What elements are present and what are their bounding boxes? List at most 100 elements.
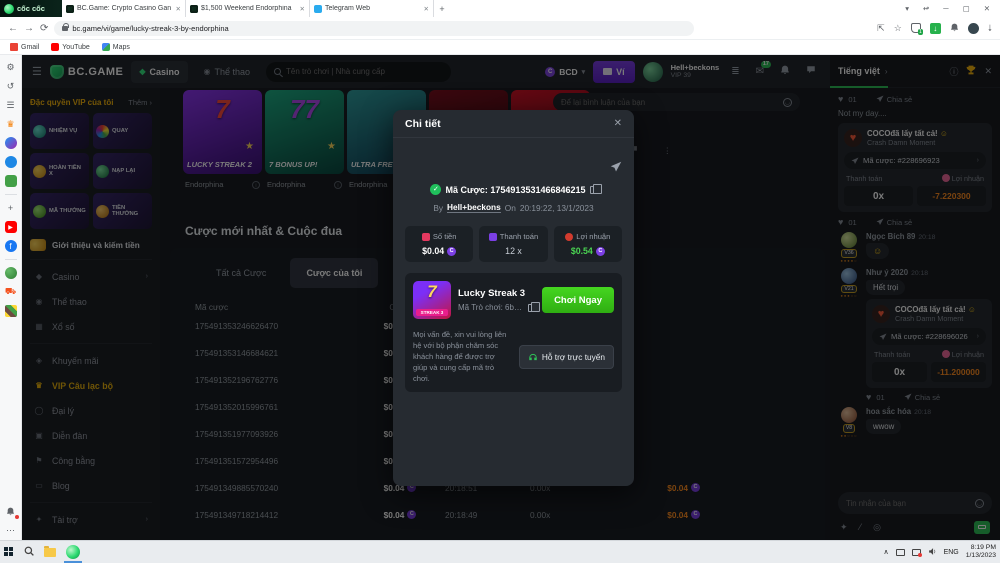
more-icon[interactable]: ⋯ [5,524,17,536]
tab-close-icon[interactable]: ✕ [300,5,305,13]
bet-row[interactable]: 175491349718214412 $0.04C 20:18:49 0.00x… [170,501,825,528]
user-avatar[interactable] [643,62,663,82]
security-alert-icon[interactable] [912,549,921,556]
comment-input[interactable] [561,98,778,107]
adblock-shield-icon[interactable]: 1 [911,23,921,33]
address-bar[interactable] [54,21,694,36]
bookmark-star-icon[interactable]: ☆ [894,23,902,34]
tab-all-bets[interactable]: Tất cả Cược [200,258,282,288]
downloads-tray-icon[interactable]: ⭣ [988,23,992,34]
game-thumbnail[interactable]: 7 STREAK 3 [413,281,451,319]
share-action[interactable]: Chia sẻ [876,218,912,227]
sidebar-item-affiliate[interactable]: ◯Đại lý [30,398,152,423]
chat-message-input[interactable] [846,499,970,508]
info-icon[interactable]: ⓘ [949,65,958,78]
back-button[interactable]: ← [8,23,18,34]
perk-bonus-money[interactable]: TIỀN THƯỞNG [93,193,152,229]
game-app-icon[interactable] [5,305,17,317]
sidebar-item-sports[interactable]: ◉Thể thao [30,289,152,314]
crown-icon[interactable]: ♛ [5,118,17,130]
like-heart-icon[interactable]: ♥ [838,217,843,227]
coccoc-taskbar-icon[interactable] [66,545,80,559]
sidebar-item-fairness[interactable]: ⚑Công bằng [30,448,152,473]
taskbar-search-icon[interactable] [24,546,34,559]
more-dots-icon[interactable]: ⋮ [664,146,672,155]
new-tab-button[interactable]: + [434,0,450,17]
nav-tab-sports[interactable]: ◉ Thể thao [196,61,259,83]
crash-result-card[interactable]: ♥ COCOđã lấy tất cả! ☺ Crash Damn Moment… [838,123,992,212]
cart-icon[interactable]: ⛟ [5,286,17,298]
sidebar-item-vip-club[interactable]: ♛VIP Câu lạc bộ [30,373,152,398]
forward-button[interactable]: → [24,23,34,34]
rain-icon[interactable]: ✦ [840,522,848,533]
add-shortcut-icon[interactable]: + [5,202,17,214]
chat-input-box[interactable]: ◡ [838,492,992,514]
comment-input-box[interactable]: ◡ [553,93,800,111]
user-avatar[interactable] [841,407,857,423]
like-heart-icon[interactable]: ♥ [866,392,871,402]
window-close-button[interactable]: ✕ [984,4,990,13]
trophy-icon[interactable] [966,65,976,77]
youtube-app-icon[interactable]: ▶ [5,221,17,233]
tab-search-icon[interactable]: ▾ [905,4,909,13]
user-info[interactable]: Hell+beckons VIP 39 [671,64,720,80]
mail-icon[interactable]: ✉17 [756,66,764,77]
currency-selector[interactable]: C BCD ▾ [545,67,585,77]
tray-hidden-icons[interactable]: ∧ [883,548,888,556]
bell-icon[interactable] [780,65,790,78]
tab-telegram[interactable]: Telegram Web ✕ [310,0,434,17]
notification-bell-icon[interactable] [950,23,959,34]
chat-language-tab[interactable]: Tiếng việt [838,66,880,76]
like-heart-icon[interactable]: ♥ [838,94,843,104]
perk-missions[interactable]: NHIỆM VỤ [30,113,89,149]
tab-close-icon[interactable]: ✕ [176,5,181,13]
game-search-input[interactable] [286,67,443,76]
chat-rules-icon[interactable]: ⁄ [860,522,862,532]
gamepad-icon[interactable] [5,175,17,187]
perk-rakeback[interactable]: HOÀN TIỀN X [30,153,89,189]
game-search-box[interactable] [266,62,451,82]
nav-tab-casino[interactable]: ◆ Casino [131,61,187,83]
window-minimize-button[interactable]: ─ [943,4,948,13]
bookmark-youtube[interactable]: YouTube [51,43,90,51]
newsfeed-icon[interactable]: ☰ [5,99,17,111]
display-icon[interactable] [896,549,905,556]
zalo-icon[interactable] [5,156,17,168]
play-now-button[interactable]: Chơi Ngay [542,287,614,313]
download-extension-icon[interactable]: ↓ [930,23,941,34]
clock[interactable]: 8:19 PM 1/13/2023 [966,544,996,560]
perk-reload[interactable]: NẠP LẠI [93,153,152,189]
player-name-link[interactable]: Hell+beckons [447,202,501,213]
facebook-app-icon[interactable]: f [5,240,17,252]
copy-icon[interactable] [528,304,535,312]
sidebar-item-promotions[interactable]: ◈Khuyến mãi [30,348,152,373]
app-shortcut-icon[interactable] [5,267,17,279]
sidebar-item-live-support[interactable]: ∩Hỗ trợ trực tuyến [30,532,152,540]
sidebar-item-casino[interactable]: ◆Casino› [30,264,152,289]
menu-hamburger-icon[interactable]: ☰ [32,65,42,78]
perk-spin[interactable]: QUAY [93,113,152,149]
user-avatar[interactable] [841,268,857,284]
info-icon[interactable]: i [334,181,342,189]
emoji-icon[interactable]: ◡ [975,499,984,508]
tab-endorphina-promo[interactable]: $1,500 Weekend Endorphina ✕ [186,0,310,17]
bookmark-gmail[interactable]: Gmail [10,43,39,51]
share-action[interactable]: Chia sẻ [876,95,912,104]
user-avatar[interactable] [841,232,857,248]
share-icon[interactable]: ⇱ [877,23,885,34]
wallet-button[interactable]: Ví [593,61,635,83]
chat-toggle-icon[interactable] [806,65,816,78]
tab-close-icon[interactable]: ✕ [424,5,429,13]
sidebar-item-lottery[interactable]: ▦Xổ số [30,314,152,339]
language-indicator[interactable]: ENG [944,549,959,556]
sidebar-item-forum[interactable]: ▣Diễn đàn [30,423,152,448]
perk-bonus-code[interactable]: MÃ THƯỞNG [30,193,89,229]
game-card-lucky-streak-2[interactable]: 7 ★ Lucky Streak 2 [183,90,262,174]
coccoc-brand[interactable]: cốc cốc [0,0,62,17]
referral-link[interactable]: Giới thiệu và kiếm tiền [30,239,152,251]
start-button[interactable] [4,547,14,557]
share-bet-icon[interactable] [610,160,622,178]
notifications-bell-icon[interactable] [5,505,17,517]
bet-reference-link[interactable]: Mã cược: #228696923 › [844,152,986,169]
info-icon[interactable]: i [252,181,260,189]
